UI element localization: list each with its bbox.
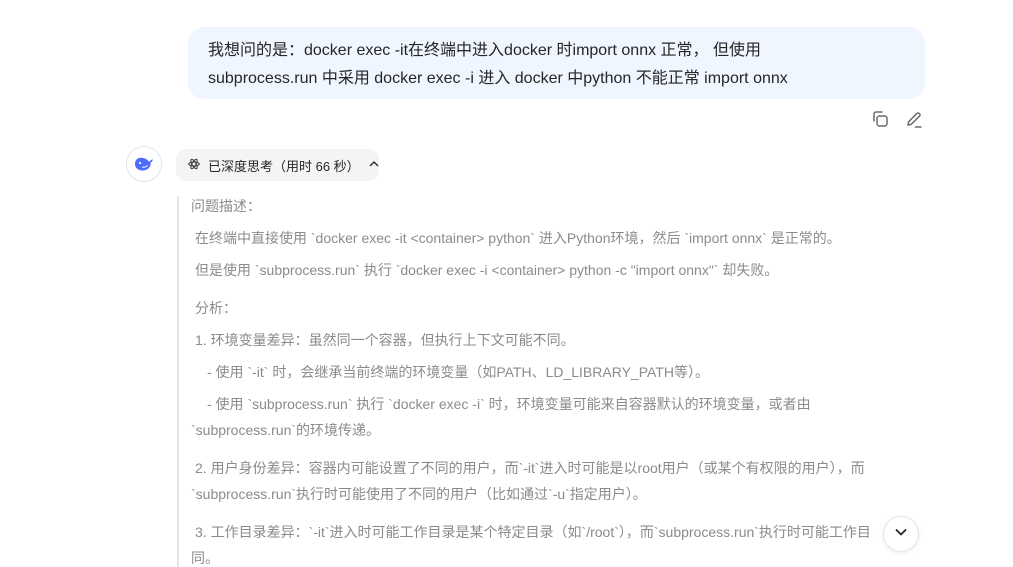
chevron-up-icon [368,158,380,173]
message-actions [868,108,926,130]
deep-think-toggle[interactable]: 已深度思考（用时 66 秒） [176,149,379,181]
user-message-bubble: 我想问的是：docker exec -it在终端中进入docker 时impor… [188,27,925,99]
thinking-line: 2. 用户身份差异：容器内可能设置了不同的用户，而`-it`进入时可能是以roo… [195,460,865,476]
thinking-line: 同。 [191,550,219,566]
thinking-line: `subprocess.run`执行时可能使用了不同的用户（比如通过`-u`指定… [191,486,647,502]
copy-icon[interactable] [868,108,892,130]
thinking-content: 问题描述： 在终端中直接使用 `docker exec -it <contain… [177,196,929,567]
user-message-line-2: subprocess.run 中采用 docker exec -i 进入 doc… [208,70,788,87]
thinking-line: 在终端中直接使用 `docker exec -it <container> py… [195,230,841,246]
scroll-to-bottom-button[interactable] [883,516,919,552]
edit-icon[interactable] [902,108,926,130]
thinking-line: 3. 工作目录差异：`-it`进入时可能工作目录是某个特定目录（如`/root`… [195,524,871,540]
chevron-down-icon [894,525,908,544]
thinking-line: - 使用 `subprocess.run` 执行 `docker exec -i… [207,396,811,412]
thinking-line: 但是使用 `subprocess.run` 执行 `docker exec -i… [195,262,779,278]
whale-logo-icon [126,146,162,182]
thinking-line: 1. 环境变量差异：虽然同一个容器，但执行上下文可能不同。 [195,332,575,348]
thinking-line: `subprocess.run`的环境传递。 [191,422,381,438]
chat-page: 我想问的是：docker exec -it在终端中进入docker 时impor… [0,0,1013,567]
deep-think-label: 已深度思考（用时 66 秒） [208,158,360,174]
atom-icon [188,158,200,173]
thinking-line: - 使用 `-it` 时，会继承当前终端的环境变量（如PATH、LD_LIBRA… [207,364,709,380]
thinking-line: 问题描述： [191,198,261,214]
thinking-line: 分析： [195,300,237,316]
user-message-line-1: 我想问的是：docker exec -it在终端中进入docker 时impor… [208,42,761,59]
